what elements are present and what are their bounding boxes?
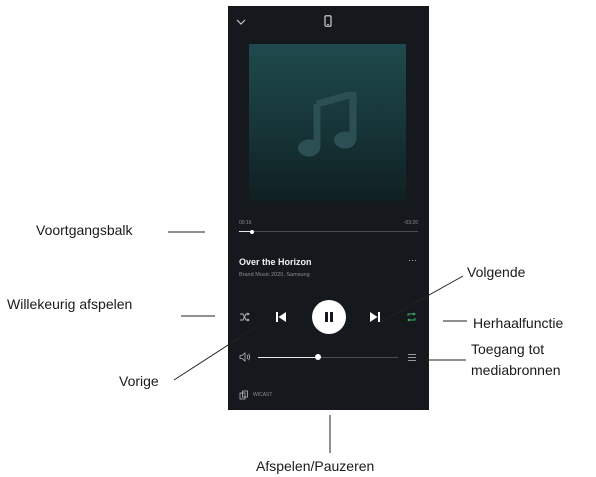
callout-progress-bar: Voortgangsbalk xyxy=(36,222,133,238)
callout-next: Volgende xyxy=(467,264,526,280)
callout-previous: Vorige xyxy=(119,373,159,389)
callout-media-sources-line1: Toegang tot xyxy=(471,341,545,357)
callout-play-pause: Afspelen/Pauzeren xyxy=(256,458,375,474)
callout-repeat: Herhaalfunctie xyxy=(473,315,564,331)
callout-shuffle: Willekeurig afspelen xyxy=(7,296,133,312)
callout-lines xyxy=(168,231,467,453)
callout-media-sources-line2: mediabronnen xyxy=(471,362,561,378)
